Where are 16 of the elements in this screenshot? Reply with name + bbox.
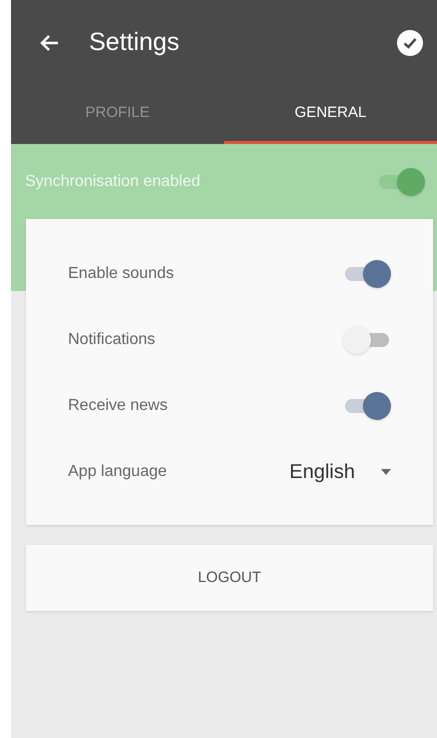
- toggle-switch[interactable]: [343, 392, 391, 420]
- toggle-switch[interactable]: [377, 168, 425, 196]
- logout-button[interactable]: LOGOUT: [26, 545, 433, 611]
- checkmark-icon: [403, 37, 417, 49]
- language-dropdown[interactable]: English: [289, 457, 391, 487]
- save-button[interactable]: [397, 30, 423, 56]
- setting-label: Notifications: [68, 330, 156, 350]
- setting-label: Receive news: [68, 396, 168, 416]
- window-title: Settings: [89, 27, 180, 58]
- setting-label: App language: [68, 462, 167, 482]
- setting-label: Enable sounds: [68, 264, 174, 284]
- caret-icon: [381, 469, 391, 475]
- toggle-switch[interactable]: [343, 260, 391, 288]
- toggle-switch[interactable]: [343, 326, 391, 354]
- sync-label: Synchronisation enabled: [25, 172, 200, 192]
- back-arrow-icon: [39, 34, 59, 52]
